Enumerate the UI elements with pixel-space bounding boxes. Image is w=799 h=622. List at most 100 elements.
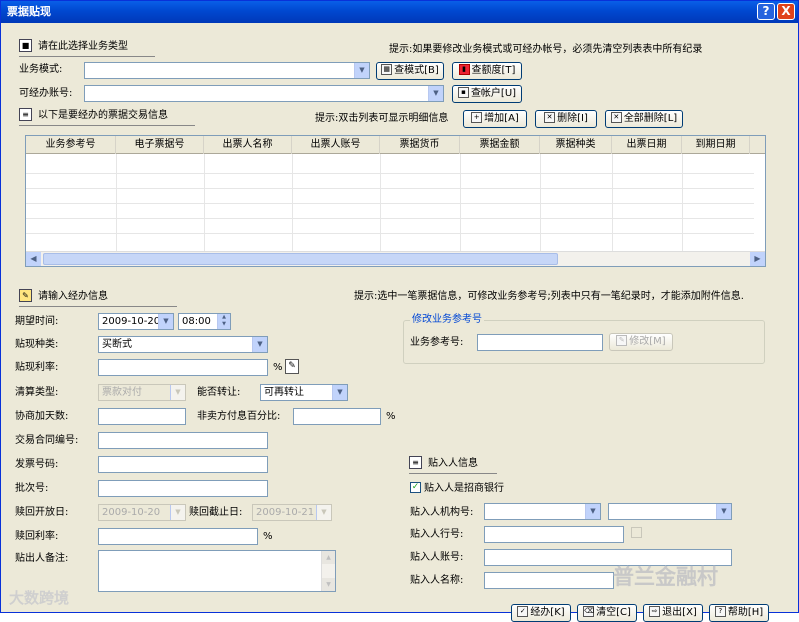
scrollbar-thumb[interactable] [43,253,558,265]
transactions-table[interactable]: 业务参考号 电子票据号 出票人名称 出票人账号 票据货币 票据金额 票据种类 出… [25,135,766,267]
account-select[interactable]: ▼ [84,85,444,102]
org-sub-select[interactable]: ▼ [608,503,732,520]
chevron-down-icon: ▼ [252,337,267,352]
table-icon: ▦ [381,63,393,75]
edit-reference-input[interactable] [477,334,603,351]
delete-all-button[interactable]: ✕ 全部删除[L] [605,110,683,128]
payer-pct-input[interactable] [293,408,381,425]
name-input[interactable] [484,572,614,589]
column-header[interactable]: 电子票据号 [116,136,204,154]
extra-days-input[interactable] [98,408,186,425]
mode-select[interactable]: ▼ [84,62,370,79]
edit-reference-group: 修改业务参考号 业务参考号: ✎ 修改[M] [403,313,765,364]
horizontal-scrollbar[interactable]: ◀ ▶ [26,251,765,266]
column-header[interactable]: 出票日期 [612,136,682,154]
column-header[interactable]: 票据货币 [380,136,460,154]
expected-date-value: 2009-10-20 [102,316,161,327]
scroll-left-icon[interactable]: ◀ [26,252,41,266]
help-bottom-button[interactable]: ? 帮助[H] [709,604,769,622]
help-icon: ? [714,605,726,617]
mode-label: 业务模式: [19,64,63,75]
spinner-arrows-icon[interactable]: ▲ ▼ [217,314,230,329]
section-discountee-title: 贴入人信息 [428,458,478,469]
account-label: 可经办账号: [19,88,73,99]
org-label: 贴入人机构号: [410,507,474,518]
redeem-end-picker[interactable]: 2009-10-21 ▼ [252,504,332,521]
settle-type-label: 清算类型: [15,387,59,398]
grid-line [380,154,381,252]
scroll-down-icon[interactable]: ▼ [322,578,335,591]
chevron-down-icon: ▼ [716,504,731,519]
redeem-open-picker[interactable]: 2009-10-20 ▼ [98,504,186,521]
divider [409,473,497,474]
column-header[interactable]: 业务参考号 [26,136,116,154]
bank-lookup-checkbox[interactable] [631,527,642,538]
section-discountee-header: ≡ 贴入人信息 [409,455,478,472]
settle-type-select[interactable]: 票款对付 ▼ [98,384,186,401]
is-cmb-checkbox[interactable]: ✓ 贴入人是招商银行 [410,481,504,496]
contract-label: 交易合同编号: [15,435,79,446]
edit-reference-title: 修改业务参考号 [410,313,484,327]
column-header[interactable]: 出票人账号 [292,136,380,154]
view-account-button[interactable]: ▪ 查帐户[U] [452,85,522,103]
table-row [26,203,754,204]
redeem-open-value: 2009-10-20 [102,507,161,518]
discount-type-select[interactable]: 买断式 ▼ [98,336,268,353]
vertical-scrollbar[interactable]: ▲ ▼ [321,551,335,591]
rate-calculator-icon[interactable]: ✎ [285,359,299,374]
scroll-up-icon[interactable]: ▲ [322,551,335,564]
divider [19,306,177,307]
section-handling-title: 请输入经办信息 [38,291,108,302]
column-header[interactable]: 出票人名称 [204,136,292,154]
window-title: 票据贴现 [7,5,51,18]
clear-button[interactable]: ⌫ 清空[C] [577,604,637,622]
discount-rate-input[interactable] [98,359,268,376]
grid-line [612,154,613,252]
document-icon: ≡ [19,107,32,121]
section-business-type-header: ■ 请在此选择业务类型 [19,38,128,55]
expected-time-label: 期望时间: [15,316,59,327]
exit-button[interactable]: ⇨ 退出[X] [643,604,703,622]
contract-input[interactable] [98,432,268,449]
add-button[interactable]: + 增加[A] [463,110,527,128]
column-header[interactable] [750,136,765,154]
submit-icon: ✓ [517,605,529,617]
view-mode-label: 查模式[B] [394,65,439,76]
expected-hour-spinner[interactable]: 08:00 ▲ ▼ [178,313,231,330]
batch-label: 批次号: [15,483,49,494]
delete-button[interactable]: ✕ 删除[I] [535,110,597,128]
column-header[interactable]: 到期日期 [682,136,750,154]
chevron-down-icon: ▼ [585,504,600,519]
column-header[interactable]: 票据金额 [460,136,540,154]
account-no-label: 贴入人账号: [410,552,464,563]
edit-reference-button[interactable]: ✎ 修改[M] [609,333,673,351]
grid-line [116,154,117,252]
batch-input[interactable] [98,480,268,497]
edit-reference-label: 业务参考号: [410,337,464,348]
org-select[interactable]: ▼ [484,503,601,520]
section-transactions-header: ≡ 以下是要经办的票据交易信息 [19,107,168,124]
transfer-select[interactable]: 可再转让 ▼ [260,384,348,401]
view-mode-button[interactable]: ▦ 查模式[B] [376,62,444,80]
checkmark-icon: ✓ [410,481,421,493]
chevron-down-icon: ▼ [332,385,347,400]
title-bar: 票据贴现 ? X [1,1,798,23]
user-card-icon: ■ [19,38,32,52]
close-button[interactable]: X [777,3,795,20]
invoice-label: 发票号码: [15,459,59,470]
submit-button[interactable]: ✓ 经办[K] [511,604,571,622]
view-account-label: 查帐户[U] [470,88,517,99]
invoice-input[interactable] [98,456,268,473]
expected-date-picker[interactable]: 2009-10-20 ▼ [98,313,174,330]
help-button[interactable]: ? [757,3,775,20]
watermark-right: 普兰金融村 [613,565,718,589]
remark-textarea[interactable]: ▲ ▼ [98,550,336,592]
redeem-end-label: 赎回截止日: [189,507,243,518]
scroll-right-icon[interactable]: ▶ [750,252,765,266]
redeem-rate-input[interactable] [98,528,258,545]
section-handling-header: ✎ 请输入经办信息 [19,288,108,305]
column-header[interactable]: 票据种类 [540,136,612,154]
bank-input[interactable] [484,526,624,543]
settle-type-value: 票款对付 [102,387,142,398]
view-quota-button[interactable]: ▮ 查额度[T] [452,62,522,80]
